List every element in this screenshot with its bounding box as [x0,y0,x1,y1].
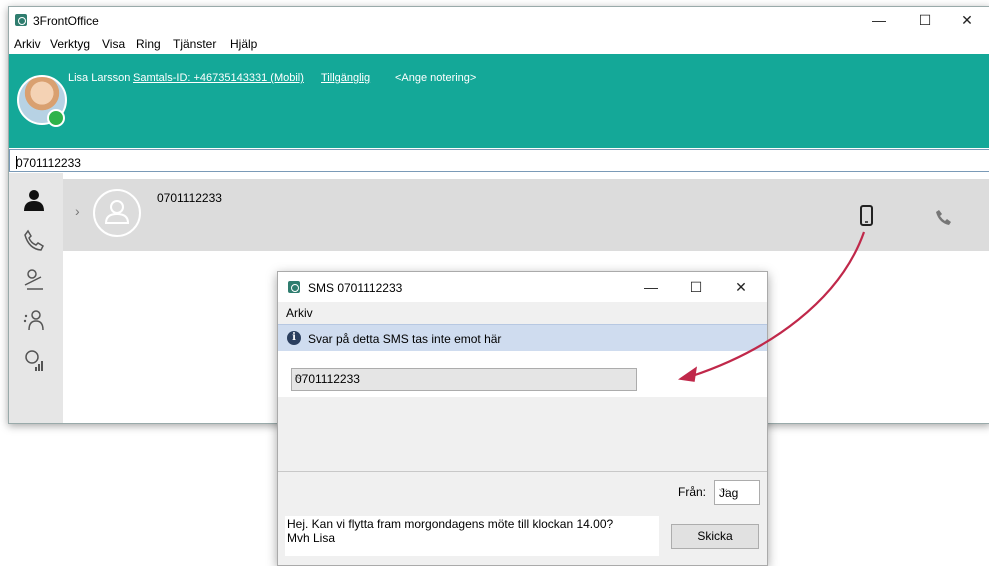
colleagues-icon[interactable] [21,307,47,333]
menu-visa[interactable]: Visa [102,37,125,51]
queue-icon[interactable] [21,347,47,373]
contacts-icon[interactable] [21,187,47,213]
main-window-title: 3FrontOffice [33,14,99,28]
main-titlebar[interactable]: 3FrontOffice — ☐ ✕ [9,7,989,33]
search-input[interactable]: 0701112233 [9,149,989,172]
minimize-button[interactable]: — [859,7,899,33]
sms-window-title: SMS 0701112233 [308,281,403,295]
sms-menu-arkiv[interactable]: Arkiv [286,306,313,320]
info-text: Svar på detta SMS tas inte emot här [308,332,502,346]
menu-ring[interactable]: Ring [136,37,161,51]
maximize-button[interactable]: ☐ [905,7,945,33]
message-line: Mvh Lisa [287,531,336,545]
recipient-area: 0701112233 ⌵ [278,351,767,397]
switchboard-icon[interactable] [21,267,47,293]
menu-tjanster[interactable]: Tjänster [173,37,216,51]
from-label: Från: [678,485,707,499]
from-select[interactable]: Jag ⌵ [714,480,760,505]
calls-icon[interactable] [21,227,47,253]
user-name: Lisa Larsson [68,72,131,84]
contact-row[interactable]: › 0701112233 [63,179,989,251]
recipient-select[interactable]: 0701112233 ⌵ [291,368,637,391]
contact-avatar-icon [93,189,141,237]
expand-chevron-icon[interactable]: › [75,203,80,219]
app-logo-icon [15,14,27,26]
menu-arkiv[interactable]: Arkiv [14,37,41,51]
call-id-link[interactable]: Samtals-ID: +46735143331 (Mobil) [133,72,304,84]
info-icon: i [287,331,301,345]
menu-hjalp[interactable]: Hjälp [230,37,257,51]
message-line: Hej. Kan vi flytta fram morgondagens möt… [287,517,614,531]
message-textarea[interactable]: Hej. Kan vi flytta fram morgondagens möt… [285,516,659,556]
info-bar: i Svar på detta SMS tas inte emot här [278,324,767,351]
mobile-phone-icon[interactable] [859,205,875,227]
contact-number: 0701112233 [157,191,222,205]
from-chevron-down-icon: ⌵ [719,484,728,496]
sms-maximize-button[interactable]: ☐ [676,272,716,302]
availability-link[interactable]: Tillgänglig [321,72,370,84]
presence-status-icon [47,109,65,127]
search-value: 0701112233 [16,156,81,170]
divider [278,471,767,472]
close-button[interactable]: ✕ [947,7,987,33]
sms-app-icon [288,281,300,293]
chevron-down-icon: ⌵ [295,370,304,382]
note-field[interactable]: <Ange notering> [395,72,476,84]
text-caret [16,156,17,169]
sms-close-button[interactable]: ✕ [721,272,761,302]
sms-window: SMS 0701112233 — ☐ ✕ Arkiv i Svar på det… [277,271,768,566]
main-menubar: Arkiv Verktyg Visa Ring Tjänster Hjälp [9,34,989,54]
sidebar [9,173,63,423]
user-header: Lisa Larsson Samtals-ID: +46735143331 (M… [9,54,989,148]
send-button[interactable]: Skicka [671,524,759,549]
phone-call-icon[interactable] [935,208,953,226]
menu-verktyg[interactable]: Verktyg [50,37,90,51]
sms-minimize-button[interactable]: — [631,272,671,302]
sms-titlebar[interactable]: SMS 0701112233 — ☐ ✕ [278,272,767,302]
